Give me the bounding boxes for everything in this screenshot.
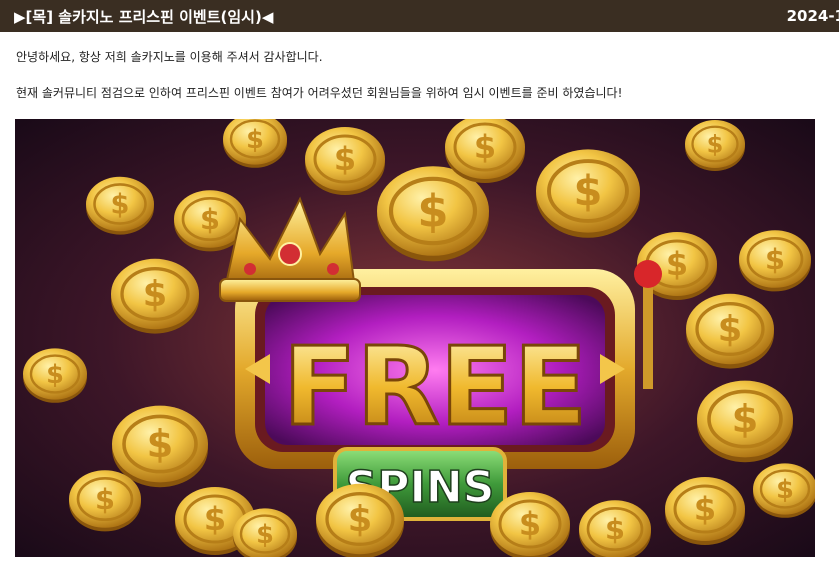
coin-icon <box>737 228 813 293</box>
greeting-paragraph: 안녕하세요, 항상 저희 솔카지노를 이용해 주셔서 감사합니다. <box>16 50 323 64</box>
coin-icon <box>109 257 201 336</box>
coin-icon <box>110 403 210 490</box>
coin-icon <box>663 475 747 547</box>
coin-icon <box>84 175 156 236</box>
coin-icon <box>695 378 795 465</box>
coin-icon <box>67 468 143 533</box>
coin-icon <box>488 490 572 557</box>
coin-icon <box>443 119 527 185</box>
event-paragraph: 현재 솔커뮤니티 점검으로 인하여 프리스핀 이벤트 참여가 어려우셨던 회원님… <box>16 86 623 100</box>
coin-icon <box>221 119 289 170</box>
free-headline: FREE <box>283 325 588 450</box>
coin-icon <box>534 147 642 240</box>
coin-icon <box>684 292 776 371</box>
coin-icon <box>683 119 747 173</box>
post-header: ▶[목] 솔카지노 프리스핀 이벤트(임시)◀ 2024-1 <box>0 0 839 32</box>
free-spins-banner-image: $ FREE <box>15 119 815 557</box>
coin-icon <box>21 347 89 404</box>
post-title[interactable]: ▶[목] 솔카지노 프리스핀 이벤트(임시)◀ <box>14 6 273 27</box>
coin-icon <box>314 482 406 557</box>
coin-icon <box>751 462 815 519</box>
post-date: 2024-1 <box>786 7 839 25</box>
coin-icon <box>577 498 653 557</box>
coin-icon <box>303 125 387 197</box>
